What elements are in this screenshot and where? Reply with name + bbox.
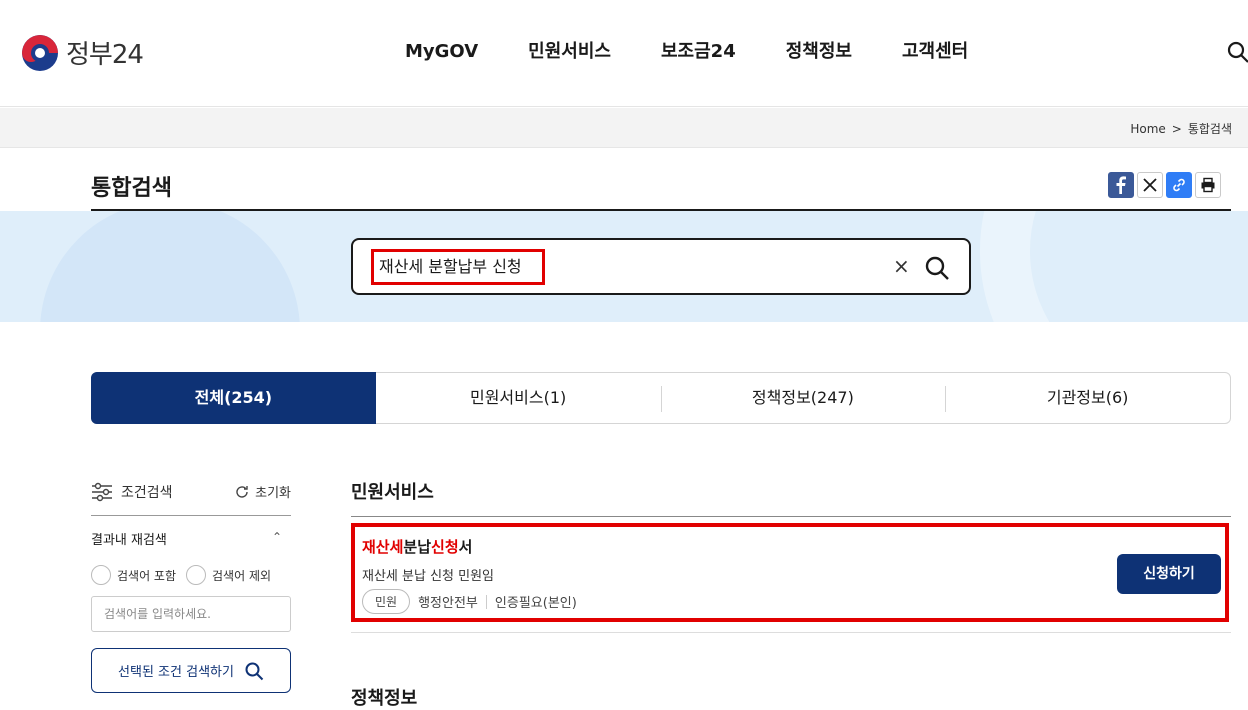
result-divider	[351, 632, 1231, 633]
x-icon[interactable]	[1137, 172, 1163, 198]
print-icon[interactable]	[1195, 172, 1221, 198]
nav-item-policy-info[interactable]: 정책정보	[761, 38, 877, 66]
tab-civil-service-label: 민원서비스(1)	[469, 388, 567, 407]
breadcrumb-home[interactable]: Home	[1130, 122, 1165, 136]
logo[interactable]: 정부24	[22, 34, 144, 71]
result-meta: 민원 행정안전부 인증필요(본인)	[362, 589, 577, 614]
taegeuk-logo-icon	[22, 34, 58, 71]
section-divider	[351, 516, 1231, 517]
site-header: 정부24 MyGOV 민원서비스 보조금24 정책정보 고객센터	[0, 0, 1248, 107]
nav-item-mygov[interactable]: MyGOV	[380, 38, 503, 66]
result-title[interactable]: 재산세분납신청서	[362, 536, 472, 557]
filter-title: 조건검색	[91, 482, 173, 502]
logo-text: 정부24	[66, 40, 144, 70]
result-tabs: 전체(254) 민원서비스(1) 정책정보(247) 기관정보(6)	[91, 372, 1231, 424]
refine-title: 결과내 재검색	[91, 533, 167, 548]
meta-divider	[485, 594, 487, 609]
main-nav: MyGOV 민원서비스 보조금24 정책정보 고객센터	[380, 38, 993, 66]
result-item: 재산세분납신청서 재산세 분납 신청 민원임 민원 행정안전부 인증필요(본인)…	[351, 523, 1229, 622]
result-title-text: 분납	[403, 538, 432, 556]
tab-all[interactable]: 전체(254)	[91, 372, 376, 424]
result-title-highlight: 신청	[431, 538, 459, 556]
section-title: 민원서비스	[351, 482, 434, 503]
tab-policy-info[interactable]: 정책정보(247)	[660, 373, 946, 423]
apply-filter-label: 선택된 조건 검색하기	[118, 665, 234, 680]
chevron-right-icon: >	[1171, 121, 1182, 136]
filter-header: 조건검색 초기화	[91, 478, 291, 516]
reset-button[interactable]: 초기화	[234, 482, 291, 501]
search-banner: 재산세 분할납부 신청 ×	[0, 211, 1248, 322]
category-badge: 민원	[362, 589, 411, 614]
result-title-text: 서	[458, 538, 473, 556]
nav-item-subsidy24[interactable]: 보조금24	[636, 38, 761, 66]
tab-agency-info[interactable]: 기관정보(6)	[945, 373, 1230, 423]
apply-filter-button[interactable]: 선택된 조건 검색하기	[91, 648, 291, 693]
breadcrumb: Home > 통합검색	[1130, 120, 1232, 137]
agency-name: 행정안전부	[418, 596, 478, 611]
include-label: 검색어 포함	[117, 568, 177, 583]
link-icon[interactable]	[1166, 172, 1192, 198]
filter-title-label: 조건검색	[121, 485, 173, 501]
search-box: 재산세 분할납부 신청 ×	[351, 238, 971, 295]
exclude-label: 검색어 제외	[212, 568, 272, 583]
apply-button[interactable]: 신청하기	[1117, 554, 1221, 594]
next-section-title: 정책정보	[351, 688, 418, 709]
facebook-icon[interactable]	[1108, 172, 1134, 198]
result-description: 재산세 분납 신청 민원임	[362, 569, 494, 584]
nav-item-civil-service[interactable]: 민원서비스	[503, 38, 636, 66]
nav-item-customer-center[interactable]: 고객센터	[877, 38, 993, 66]
breadcrumb-bar: Home > 통합검색	[0, 108, 1248, 148]
search-input[interactable]: 재산세 분할납부 신청	[371, 249, 545, 285]
refresh-icon	[236, 485, 248, 498]
search-icon	[245, 662, 264, 680]
tab-policy-info-label: 정책정보(247)	[751, 388, 854, 407]
share-buttons	[1108, 172, 1221, 198]
refine-options: 검색어 포함 검색어 제외	[91, 565, 271, 585]
sliders-icon	[92, 482, 112, 502]
page-title: 통합검색	[91, 176, 172, 201]
tab-civil-service[interactable]: 민원서비스(1)	[376, 373, 661, 423]
auth-requirement: 인증필요(본인)	[494, 596, 577, 611]
search-icon[interactable]	[923, 254, 951, 282]
refine-search-input[interactable]	[91, 596, 291, 632]
clear-icon[interactable]: ×	[893, 254, 910, 278]
exclude-radio[interactable]: 검색어 제외	[186, 565, 271, 585]
include-radio[interactable]: 검색어 포함	[91, 565, 176, 585]
reset-label: 초기화	[255, 486, 291, 501]
chevron-up-icon[interactable]: ⌃	[272, 530, 282, 544]
result-title-highlight: 재산세	[362, 538, 404, 556]
header-search-icon[interactable]	[1226, 40, 1248, 64]
tab-agency-info-label: 기관정보(6)	[1046, 388, 1129, 407]
breadcrumb-current: 통합검색	[1187, 122, 1232, 136]
